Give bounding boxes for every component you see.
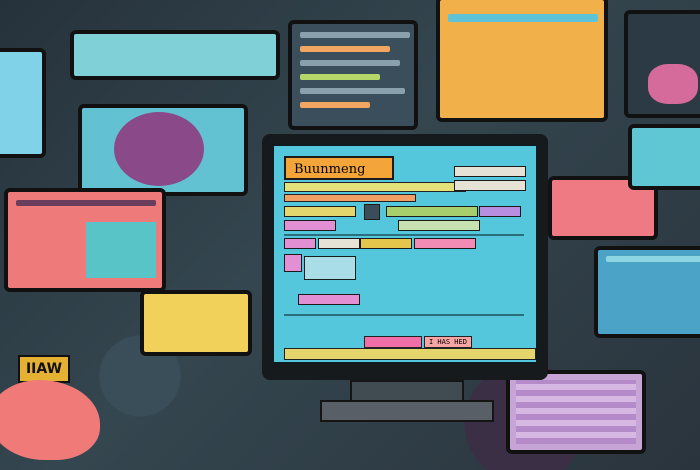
- footer-label[interactable]: I HAS HED: [424, 336, 472, 348]
- pink-screen-header: [16, 200, 156, 206]
- row-separator: [284, 234, 524, 236]
- title-subbar: [284, 182, 466, 192]
- panel-stripe: [300, 74, 380, 80]
- ui-chip[interactable]: [398, 220, 480, 231]
- footer-chip[interactable]: [284, 348, 536, 360]
- ui-chip[interactable]: [284, 206, 356, 217]
- ui-chip[interactable]: [304, 256, 356, 280]
- screen-yellow: [436, 0, 608, 122]
- panel-stripe: [300, 32, 410, 38]
- pink-shape: [648, 64, 698, 104]
- yellow-screen-header: [448, 14, 598, 22]
- screen-top-left: [0, 48, 46, 158]
- ui-chip[interactable]: [284, 220, 336, 231]
- ui-chip[interactable]: [284, 238, 316, 249]
- screen-list-panel: [288, 20, 418, 130]
- screen-right-blue: [594, 246, 700, 338]
- screen-bottom-right: [506, 370, 646, 454]
- main-monitor: Buunmeng I HAS HED: [262, 134, 548, 380]
- screen-right-teal: [628, 124, 700, 190]
- ui-chip[interactable]: [454, 180, 526, 191]
- screen-top-center: [70, 30, 280, 80]
- panel-stripe: [300, 46, 390, 52]
- brick-texture: [516, 380, 636, 444]
- collage-background: IIAW Buunmeng I HAS HED: [0, 0, 700, 470]
- cyan-plant-shape: [86, 222, 156, 278]
- main-title: Buunmeng: [284, 156, 394, 180]
- ui-chip[interactable]: [360, 238, 412, 249]
- ui-chip[interactable]: [386, 206, 478, 217]
- ui-chip[interactable]: [298, 294, 360, 305]
- title-subbar-2: [284, 194, 416, 202]
- monitor-stand-base: [320, 400, 494, 422]
- main-monitor-screen[interactable]: Buunmeng I HAS HED: [272, 144, 538, 364]
- ui-chip[interactable]: [284, 254, 302, 272]
- row-separator: [284, 314, 524, 316]
- side-sign: IIAW: [18, 355, 70, 383]
- panel-stripe: [300, 88, 405, 94]
- purple-blob-shape: [114, 112, 204, 186]
- blue-screen-header: [606, 256, 700, 262]
- ui-chip[interactable]: [414, 238, 476, 249]
- ui-chip[interactable]: [454, 166, 526, 177]
- ui-chip[interactable]: [364, 204, 380, 220]
- footer-chip[interactable]: [364, 336, 422, 348]
- ui-chip[interactable]: [479, 206, 521, 217]
- panel-stripe: [300, 60, 400, 66]
- screen-far-right-top: [624, 10, 700, 118]
- pink-creature-shape: [0, 380, 100, 460]
- panel-stripe: [300, 102, 370, 108]
- screen-yellow-small: [140, 290, 252, 356]
- screen-purple-blob: [78, 104, 248, 196]
- screen-pink-left: [4, 188, 166, 292]
- ui-chip[interactable]: [318, 238, 360, 249]
